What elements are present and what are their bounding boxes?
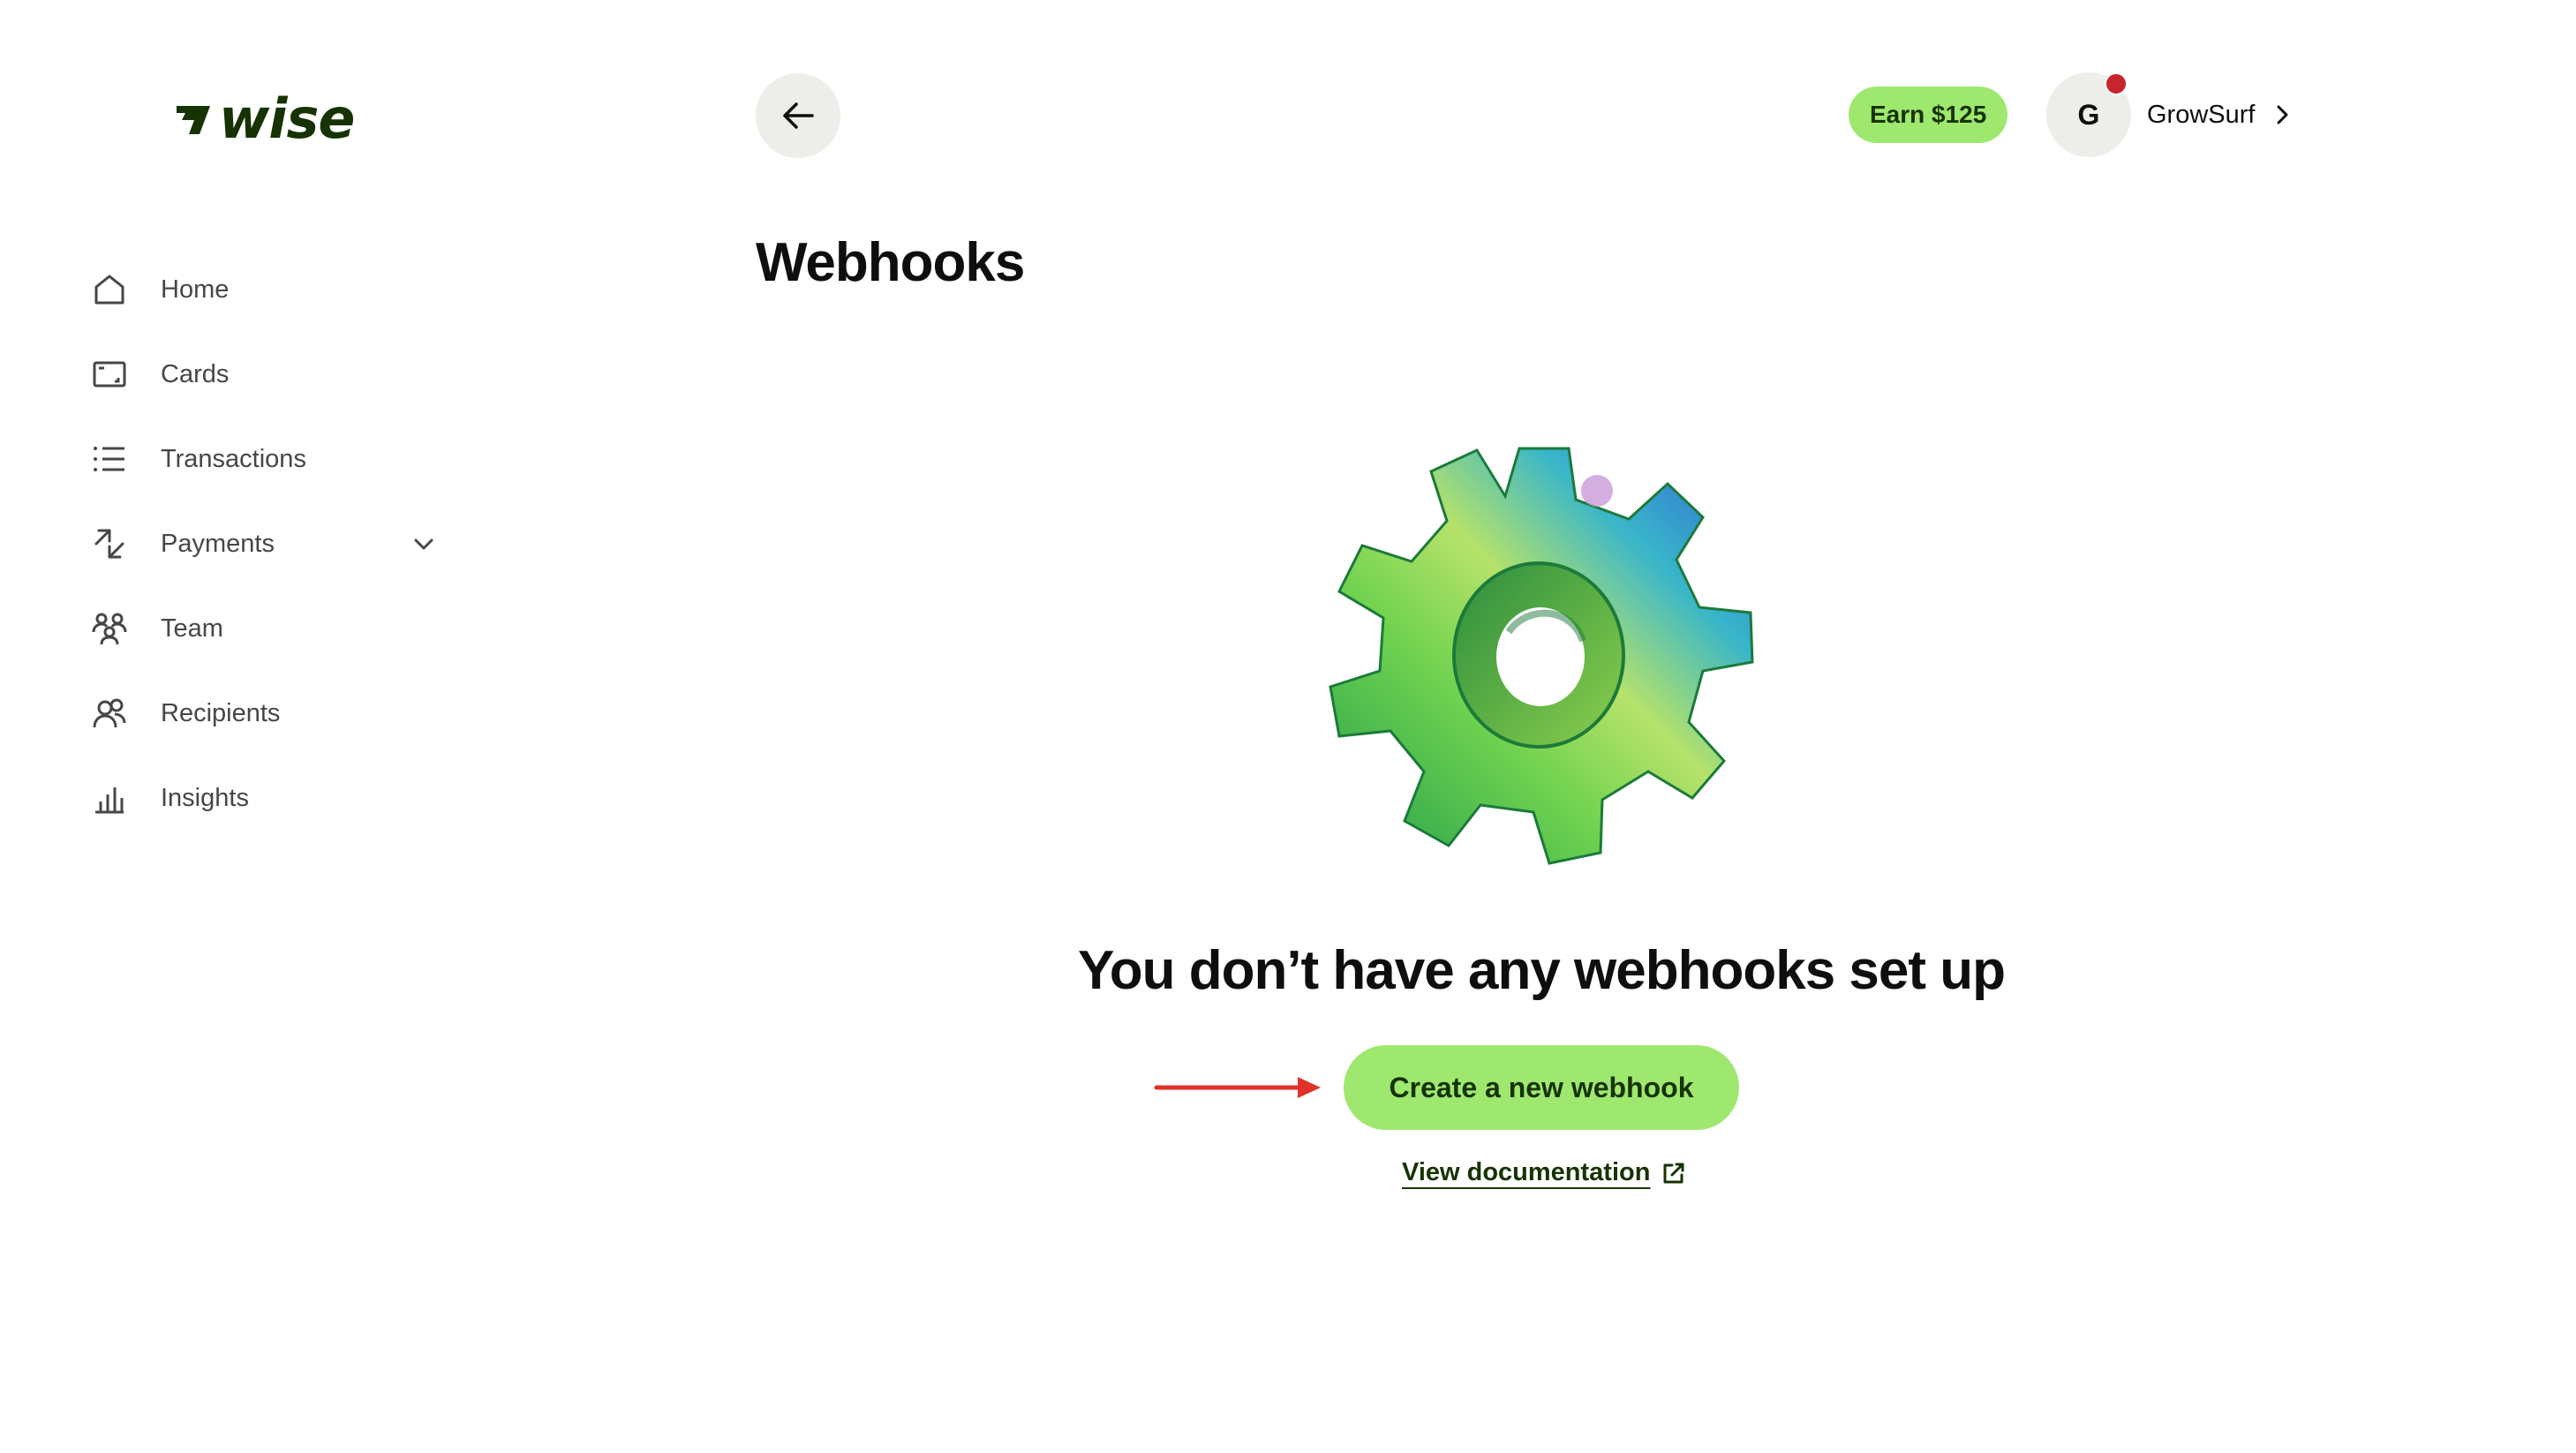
sidebar-item-cards[interactable]: Cards bbox=[90, 332, 443, 417]
earn-referral-button[interactable]: Earn $125 bbox=[1849, 87, 2008, 143]
sidebar-item-label: Cards bbox=[161, 359, 230, 388]
notification-dot bbox=[2105, 72, 2128, 95]
account-menu[interactable]: G GrowSurf bbox=[2046, 72, 2294, 157]
wise-flag-icon bbox=[177, 105, 210, 134]
bar-chart-icon bbox=[90, 779, 129, 817]
sidebar-item-payments[interactable]: Payments bbox=[90, 501, 443, 586]
recipients-icon bbox=[90, 694, 129, 733]
avatar-initial: G bbox=[2077, 98, 2100, 131]
chevron-right-icon bbox=[2277, 105, 2288, 124]
home-icon bbox=[90, 270, 129, 309]
payments-arrows-icon bbox=[90, 524, 129, 563]
sidebar-item-home[interactable]: Home bbox=[90, 247, 443, 332]
sidebar-item-label: Home bbox=[161, 275, 230, 304]
list-icon bbox=[90, 440, 129, 478]
view-documentation-link[interactable]: View documentation bbox=[1402, 1158, 1687, 1187]
empty-state-heading: You don’t have any webhooks set up bbox=[0, 939, 2576, 1002]
gear-illustration bbox=[1329, 447, 1754, 865]
page-title: Webhooks bbox=[756, 232, 1025, 293]
annotation-arrow-icon bbox=[1154, 1077, 1321, 1098]
card-icon bbox=[90, 355, 129, 394]
sidebar-item-label: Team bbox=[161, 614, 223, 643]
sidebar-item-insights[interactable]: Insights bbox=[90, 756, 443, 840]
chevron-down-icon[interactable] bbox=[411, 531, 436, 556]
sidebar-item-label: Payments bbox=[161, 529, 275, 558]
wise-logo[interactable]: wise bbox=[173, 87, 355, 151]
sidebar-item-recipients[interactable]: Recipients bbox=[90, 671, 443, 756]
sidebar-item-transactions[interactable]: Transactions bbox=[90, 417, 443, 501]
back-button[interactable] bbox=[756, 73, 840, 158]
sidebar-item-label: Transactions bbox=[161, 444, 306, 473]
logo-text: wise bbox=[219, 87, 355, 151]
sidebar-nav: Home Cards Transactions Payments Team Re… bbox=[90, 247, 443, 840]
external-link-icon bbox=[1663, 1163, 1684, 1183]
empty-state-heading-text: You don’t have any webhooks set up bbox=[1077, 940, 2006, 1001]
sidebar-item-label: Recipients bbox=[161, 698, 281, 727]
account-name: GrowSurf bbox=[2147, 100, 2256, 129]
arrow-left-icon bbox=[783, 102, 814, 129]
create-webhook-button[interactable]: Create a new webhook bbox=[1344, 1045, 1739, 1130]
sidebar-item-label: Insights bbox=[161, 783, 249, 812]
avatar[interactable]: G bbox=[2046, 72, 2131, 157]
documentation-link-label: View documentation bbox=[1402, 1158, 1651, 1186]
team-icon bbox=[90, 609, 129, 648]
sidebar-item-team[interactable]: Team bbox=[90, 586, 443, 671]
webhooks-page: wise Home Cards Transactions Payments Te… bbox=[0, 0, 2576, 1453]
